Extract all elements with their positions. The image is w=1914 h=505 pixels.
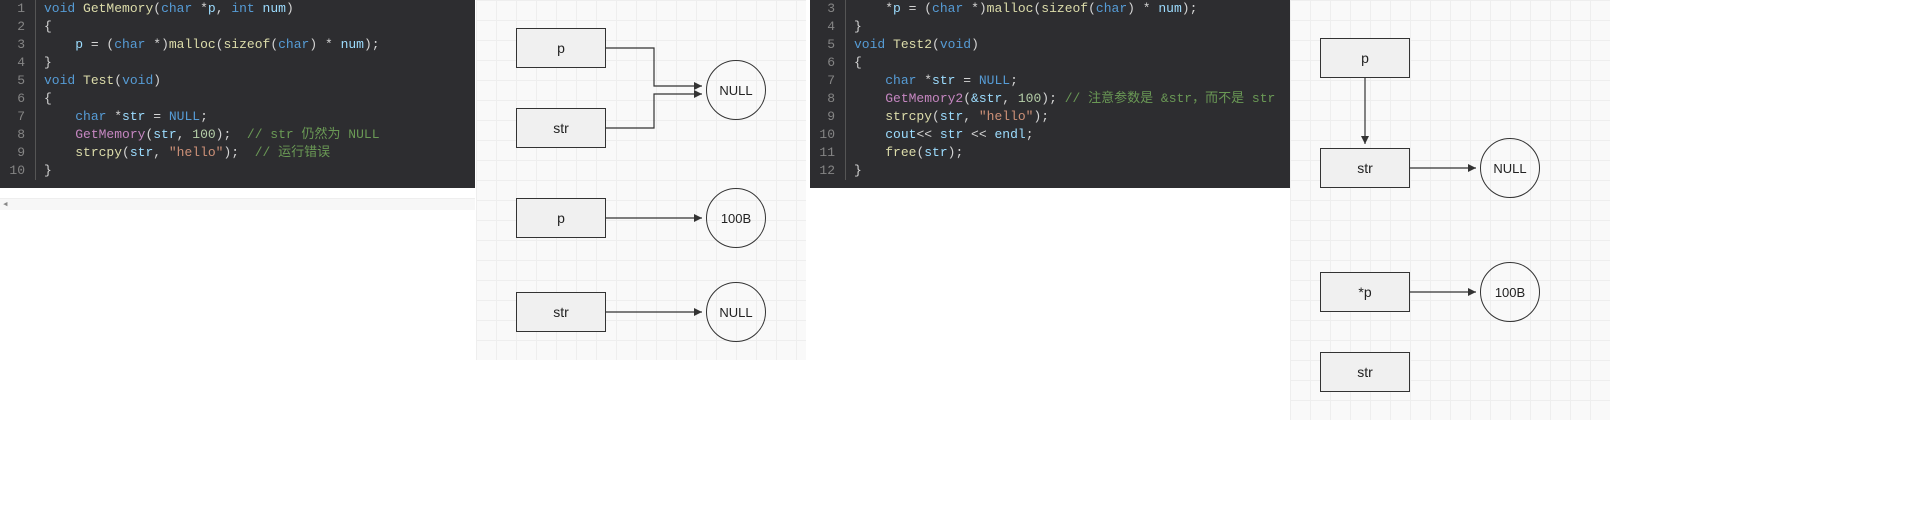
code-text: GetMemory2(&str, 100); // 注意参数是 &str，而不是… <box>854 90 1290 108</box>
diagram-circle-null: NULL <box>706 282 766 342</box>
code-line: 5 void Test2(void) <box>810 36 1290 54</box>
diagram-left: p str NULL p 100B str NULL <box>476 0 806 360</box>
scrollbar-track[interactable]: ◂ <box>0 198 475 210</box>
code-line: 7 char *str = NULL; <box>0 108 475 126</box>
line-number: 2 <box>0 18 36 36</box>
code-line: 9 strcpy(str, "hello"); // 运行错误 <box>0 144 475 162</box>
code-line: 5 void Test(void) <box>0 72 475 90</box>
code-text: { <box>44 90 475 108</box>
line-number: 4 <box>810 18 846 36</box>
diagram-box-str: str <box>516 292 606 332</box>
code-text: strcpy(str, "hello"); <box>854 108 1290 126</box>
code-text: void Test2(void) <box>854 36 1290 54</box>
line-number: 7 <box>0 108 36 126</box>
diagram-box-str: str <box>516 108 606 148</box>
code-line: 8 GetMemory(str, 100); // str 仍然为 NULL <box>0 126 475 144</box>
line-number: 4 <box>0 54 36 72</box>
diagram-right: p str NULL *p 100B str <box>1290 0 1610 420</box>
line-number: 8 <box>0 126 36 144</box>
code-text: } <box>44 162 475 180</box>
line-number: 9 <box>0 144 36 162</box>
code-block-right: 3 *p = (char *)malloc(sizeof(char) * num… <box>810 0 1290 188</box>
code-text: strcpy(str, "hello"); // 运行错误 <box>44 144 475 162</box>
code-text: cout<< str << endl; <box>854 126 1290 144</box>
line-number: 1 <box>0 0 36 18</box>
line-number: 6 <box>810 54 846 72</box>
code-line: 4} <box>0 54 475 72</box>
code-line: 8 GetMemory2(&str, 100); // 注意参数是 &str，而… <box>810 90 1290 108</box>
diagram-box-star-p: *p <box>1320 272 1410 312</box>
line-number: 6 <box>0 90 36 108</box>
diagram-circle-null: NULL <box>706 60 766 120</box>
line-number: 5 <box>810 36 846 54</box>
line-number: 8 <box>810 90 846 108</box>
code-text: } <box>854 18 1290 36</box>
code-line: 2{ <box>0 18 475 36</box>
line-number: 5 <box>0 72 36 90</box>
code-line: 10} <box>0 162 475 180</box>
diagram-box-p: p <box>516 198 606 238</box>
code-text: void GetMemory(char *p, int num) <box>44 0 475 18</box>
diagram-box-p: p <box>1320 38 1410 78</box>
scroll-left-icon[interactable]: ◂ <box>2 197 9 211</box>
code-text: char *str = NULL; <box>44 108 475 126</box>
line-number: 12 <box>810 162 846 180</box>
code-text: free(str); <box>854 144 1290 162</box>
diagram-circle-null: NULL <box>1480 138 1540 198</box>
code-line: 7 char *str = NULL; <box>810 72 1290 90</box>
code-line: 4} <box>810 18 1290 36</box>
code-text: } <box>44 54 475 72</box>
line-number: 9 <box>810 108 846 126</box>
code-line: 10 cout<< str << endl; <box>810 126 1290 144</box>
line-number: 10 <box>0 162 36 180</box>
code-text: } <box>854 162 1290 180</box>
code-line: 3 *p = (char *)malloc(sizeof(char) * num… <box>810 0 1290 18</box>
line-number: 10 <box>810 126 846 144</box>
code-text: GetMemory(str, 100); // str 仍然为 NULL <box>44 126 475 144</box>
line-number: 3 <box>810 0 846 18</box>
code-text: { <box>44 18 475 36</box>
diagram-circle-100b: 100B <box>706 188 766 248</box>
code-line: 3 p = (char *)malloc(sizeof(char) * num)… <box>0 36 475 54</box>
code-text: char *str = NULL; <box>854 72 1290 90</box>
code-text: void Test(void) <box>44 72 475 90</box>
code-text: p = (char *)malloc(sizeof(char) * num); <box>44 36 475 54</box>
code-line: 11 free(str); <box>810 144 1290 162</box>
diagram-box-str: str <box>1320 148 1410 188</box>
code-line: 12} <box>810 162 1290 180</box>
line-number: 3 <box>0 36 36 54</box>
code-line: 6{ <box>810 54 1290 72</box>
code-block-left: 1void GetMemory(char *p, int num)2{3 p =… <box>0 0 475 188</box>
diagram-circle-100b: 100B <box>1480 262 1540 322</box>
code-text: { <box>854 54 1290 72</box>
line-number: 11 <box>810 144 846 162</box>
diagram-box-str: str <box>1320 352 1410 392</box>
code-line: 6{ <box>0 90 475 108</box>
code-line: 1 void GetMemory(char *p, int num) <box>0 0 475 18</box>
code-line: 9 strcpy(str, "hello"); <box>810 108 1290 126</box>
diagram-box-p: p <box>516 28 606 68</box>
line-number: 7 <box>810 72 846 90</box>
code-text: *p = (char *)malloc(sizeof(char) * num); <box>854 0 1290 18</box>
